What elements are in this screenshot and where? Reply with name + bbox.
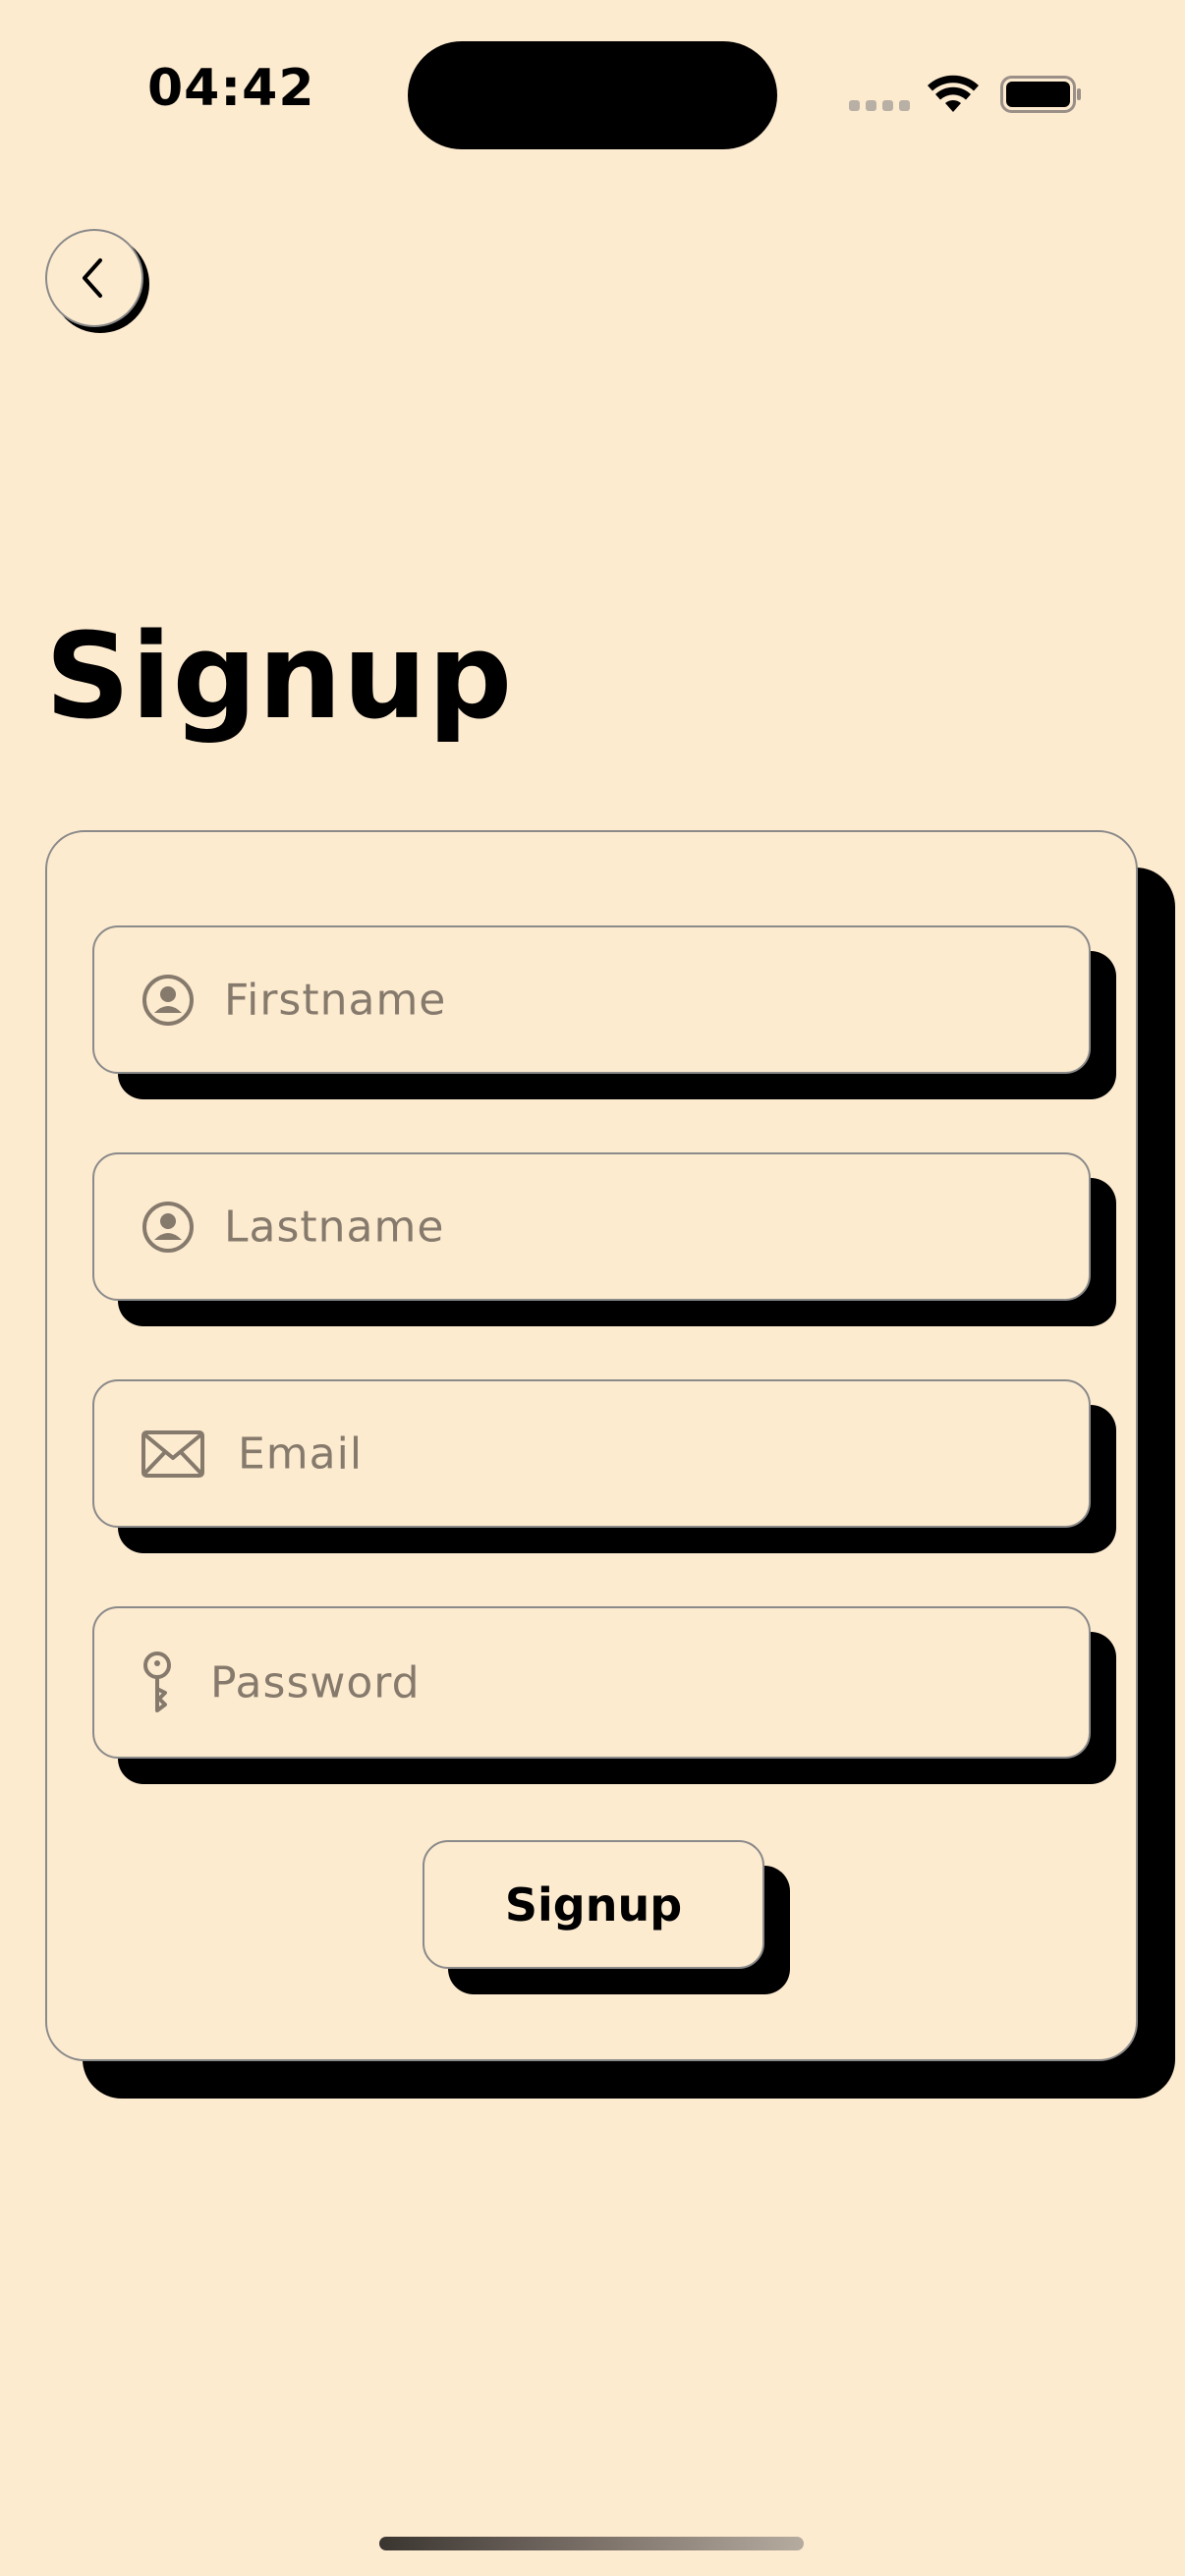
email-placeholder: Email bbox=[238, 1428, 364, 1479]
firstname-field[interactable]: Firstname bbox=[92, 925, 1091, 1074]
home-indicator[interactable] bbox=[379, 2537, 804, 2550]
key-icon bbox=[141, 1651, 173, 1714]
email-field[interactable]: Email bbox=[92, 1379, 1091, 1528]
cellular-signal-icon bbox=[849, 100, 910, 111]
signup-screen: 04:42 Signup Firstname Lastname Email Pa… bbox=[0, 0, 1185, 2576]
wifi-icon bbox=[928, 75, 979, 112]
password-placeholder: Password bbox=[210, 1657, 421, 1708]
status-time: 04:42 bbox=[147, 59, 315, 118]
password-field[interactable]: Password bbox=[92, 1606, 1091, 1759]
lastname-placeholder: Lastname bbox=[224, 1202, 445, 1252]
signup-button[interactable]: Signup bbox=[423, 1840, 764, 1969]
lastname-field[interactable]: Lastname bbox=[92, 1152, 1091, 1301]
dynamic-island bbox=[408, 41, 777, 149]
battery-icon bbox=[1000, 76, 1081, 113]
user-circle-icon bbox=[141, 974, 195, 1027]
signup-form-card: Firstname Lastname Email Password Signup bbox=[45, 830, 1138, 2061]
back-button[interactable] bbox=[45, 229, 143, 327]
chevron-left-icon bbox=[83, 258, 102, 298]
envelope-icon bbox=[141, 1429, 204, 1478]
firstname-placeholder: Firstname bbox=[224, 975, 447, 1025]
page-title: Signup bbox=[45, 609, 514, 746]
user-circle-icon bbox=[141, 1201, 195, 1254]
